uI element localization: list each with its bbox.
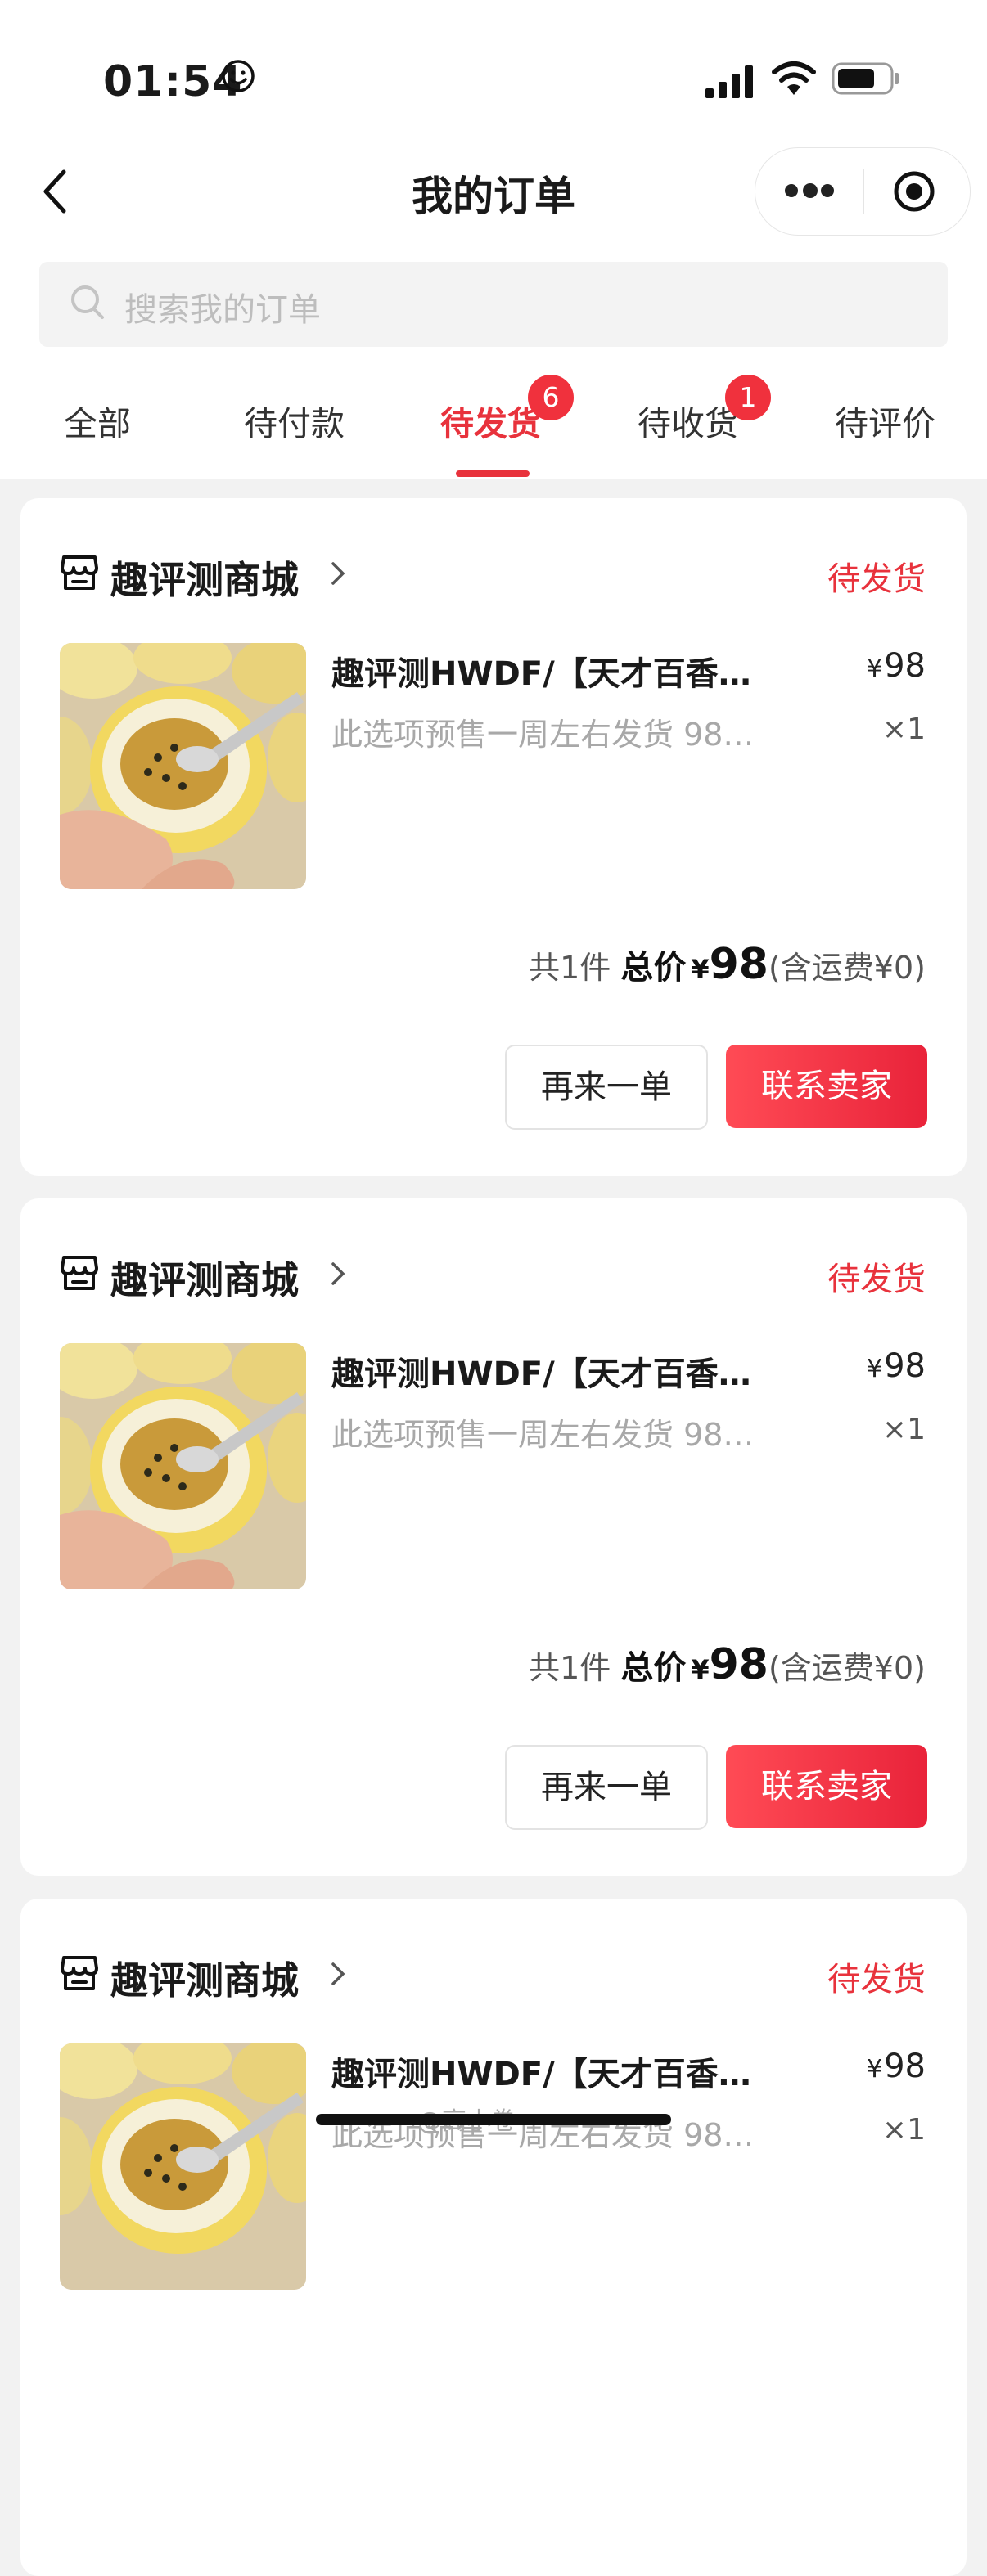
shop-name[interactable]: 趣评测商城: [110, 551, 299, 605]
price-value: 98: [884, 2048, 926, 2085]
tab-all[interactable]: 全部: [64, 396, 131, 445]
order-total: 共1件 总价 ¥98(含运费¥0): [529, 1640, 926, 1689]
product-quantity: ×1: [881, 1413, 926, 1446]
order-total: 共1件 总价 ¥98(含运费¥0): [529, 940, 926, 989]
tab-badge-pending-shipment: 6: [528, 375, 574, 420]
product-spec: 此选项预售一周左右发货 98…: [331, 1417, 755, 1453]
product-image[interactable]: [60, 1343, 306, 1589]
shop-name[interactable]: 趣评测商城: [110, 1251, 299, 1305]
active-tab-indicator: [456, 470, 530, 477]
item-count: 共1件: [529, 1650, 611, 1686]
contact-seller-button[interactable]: 联系卖家: [726, 1745, 927, 1828]
product-name[interactable]: 趣评测HWDF/【天才百香…: [331, 1347, 751, 1395]
header-area: 01:54 我的订单 搜索我的订单 全部 待付款 待发货 6 待收货 1 待评价: [0, 0, 987, 479]
store-icon: [61, 1956, 98, 1990]
total-currency: ¥: [691, 954, 710, 985]
reorder-button[interactable]: 再来一单: [505, 1745, 708, 1830]
smiley-icon: [222, 60, 255, 92]
product-image[interactable]: [60, 643, 306, 889]
price-value: 98: [884, 1347, 926, 1385]
order-card: 趣评测商城 待发货 趣评测HWDF/【天才百香… 此选项预售一周左右发货 98……: [20, 1899, 967, 2576]
product-image[interactable]: [60, 2043, 306, 2290]
product-price: ¥98: [867, 2048, 926, 2085]
store-icon: [61, 555, 98, 590]
total-label: 总价: [620, 1649, 687, 1687]
tab-pending-shipment[interactable]: 待发货: [440, 396, 541, 445]
close-target-icon[interactable]: [893, 170, 935, 213]
order-card: 趣评测商城 待发货 趣评测HWDF/【天才百香… 此选项预售一周左右发货 98……: [20, 498, 967, 1176]
total-amount: 98: [709, 940, 768, 989]
order-card: 趣评测商城 待发货 趣评测HWDF/【天才百香… 此选项预售一周左右发货 98……: [20, 1198, 967, 1876]
home-indicator[interactable]: [316, 2114, 671, 2125]
tab-pending-review[interactable]: 待评价: [835, 396, 935, 445]
wifi-icon: [772, 61, 816, 95]
tab-badge-pending-receipt: 1: [725, 375, 771, 420]
total-currency: ¥: [691, 1654, 710, 1685]
price-value: 98: [884, 647, 926, 685]
search-input[interactable]: 搜索我的订单: [39, 262, 948, 347]
reorder-button[interactable]: 再来一单: [505, 1045, 708, 1130]
more-options-icon[interactable]: [783, 182, 836, 200]
currency-symbol: ¥: [867, 1355, 883, 1383]
tab-pending-payment[interactable]: 待付款: [244, 396, 345, 445]
product-spec: 此选项预售一周左右发货 98…: [331, 717, 755, 753]
cellular-signal-icon: [705, 65, 753, 98]
shipping-note: (含运费¥0): [768, 1650, 926, 1686]
order-status: 待发货: [827, 1961, 926, 1998]
chevron-right-icon[interactable]: [330, 1261, 346, 1287]
total-label: 总价: [620, 949, 687, 987]
currency-symbol: ¥: [867, 654, 883, 683]
total-amount: 98: [709, 1640, 768, 1689]
store-icon: [61, 1256, 98, 1290]
mini-program-capsule: [755, 147, 971, 236]
order-status: 待发货: [827, 1261, 926, 1298]
product-price: ¥98: [867, 1347, 926, 1385]
order-status: 待发货: [827, 560, 926, 598]
chevron-right-icon[interactable]: [330, 1961, 346, 1987]
product-name[interactable]: 趣评测HWDF/【天才百香…: [331, 647, 751, 695]
product-price: ¥98: [867, 647, 926, 685]
tab-pending-receipt[interactable]: 待收货: [638, 396, 738, 445]
chevron-right-icon[interactable]: [330, 560, 346, 587]
product-quantity: ×1: [881, 713, 926, 746]
battery-icon: [832, 62, 899, 95]
currency-symbol: ¥: [867, 2055, 883, 2084]
shop-name[interactable]: 趣评测商城: [110, 1951, 299, 2005]
search-icon: [71, 285, 104, 319]
contact-seller-button[interactable]: 联系卖家: [726, 1045, 927, 1128]
item-count: 共1件: [529, 950, 611, 986]
shipping-note: (含运费¥0): [768, 950, 926, 986]
capsule-divider: [863, 169, 864, 214]
search-placeholder: 搜索我的订单: [124, 291, 321, 329]
product-quantity: ×1: [881, 2113, 926, 2147]
product-name[interactable]: 趣评测HWDF/【天才百香…: [331, 2048, 751, 2095]
